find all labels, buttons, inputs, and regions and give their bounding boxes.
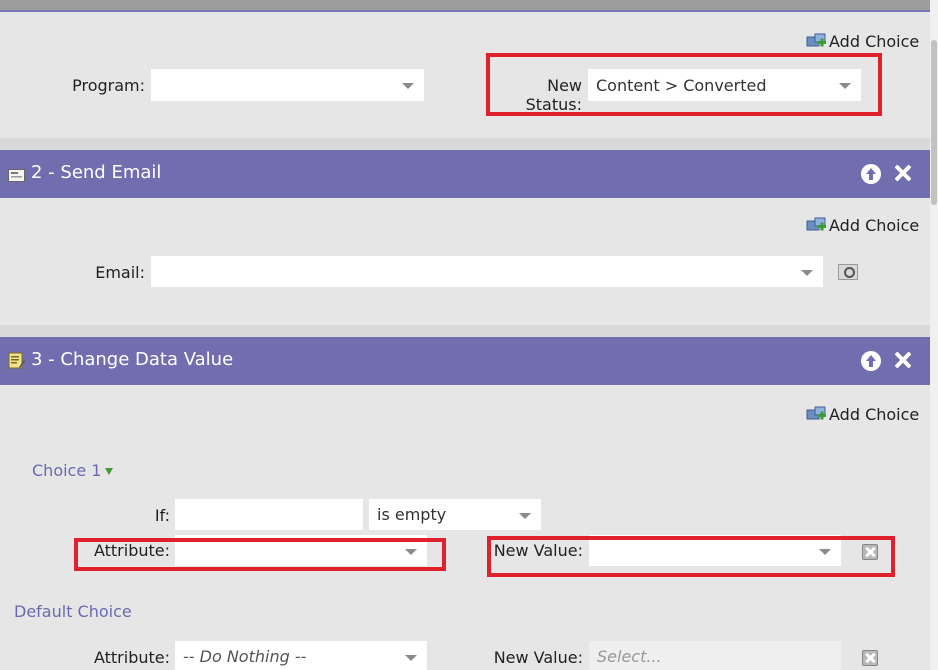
add-choice-label: Add Choice (829, 32, 920, 51)
move-up-icon[interactable] (861, 164, 881, 184)
triangle-down-icon (105, 468, 114, 475)
add-choice-button[interactable]: Add Choice (806, 32, 919, 51)
program-label: Program: (72, 76, 145, 95)
redaction (160, 82, 210, 90)
top-bar (0, 0, 930, 12)
move-up-icon[interactable] (861, 351, 881, 371)
highlight-box (74, 538, 446, 571)
if-label: If: (154, 506, 170, 525)
add-choice-icon (806, 216, 827, 235)
flow-step-3-body: Add Choice Choice 1 If: is empty Attribu… (0, 385, 930, 670)
email-select[interactable] (151, 256, 823, 287)
default-new-value-input[interactable]: Select... (589, 641, 841, 670)
default-attribute-select[interactable]: -- Do Nothing -- (175, 641, 427, 670)
default-new-value-placeholder: Select... (597, 647, 662, 666)
chevron-down-icon (519, 512, 531, 519)
highlight-box (486, 53, 882, 116)
flow-step-2-title: 2 - Send Email (31, 162, 162, 183)
add-choice-label: Add Choice (829, 216, 920, 235)
add-choice-label: Add Choice (829, 405, 920, 424)
flow-step-1-body: Add Choice Program: New Status: Content … (0, 14, 930, 138)
default-attribute-value: -- Do Nothing -- (183, 647, 307, 666)
scrollbar-thumb[interactable] (931, 40, 937, 205)
divider (0, 325, 930, 337)
if-operator-select[interactable]: is empty (369, 499, 541, 530)
default-attribute-label: Attribute: (93, 648, 170, 667)
change-data-icon (8, 352, 25, 369)
if-operator-value: is empty (377, 505, 447, 524)
email-label: Email: (95, 263, 145, 282)
if-field-select[interactable] (175, 499, 363, 530)
flow-step-2-body: Add Choice Email: (0, 198, 930, 325)
lookup-icon[interactable] (838, 264, 858, 280)
add-choice-button[interactable]: Add Choice (806, 405, 919, 424)
chevron-down-icon (801, 269, 813, 276)
email-icon (8, 166, 25, 182)
add-choice-icon (806, 405, 827, 424)
flow-step-3-title: 3 - Change Data Value (31, 349, 234, 370)
close-icon[interactable] (892, 349, 914, 371)
default-new-value-label: New Value: (493, 648, 583, 667)
divider (0, 138, 930, 150)
default-choice-label: Default Choice (14, 602, 132, 621)
highlight-box (487, 536, 895, 577)
chevron-down-icon (405, 654, 417, 661)
chevron-down-icon (402, 83, 414, 89)
flow-step-3-header: 3 - Change Data Value (0, 337, 930, 385)
flow-step-2-header: 2 - Send Email (0, 150, 930, 198)
close-icon[interactable] (892, 162, 914, 184)
add-choice-button[interactable]: Add Choice (806, 216, 919, 235)
add-choice-icon (806, 32, 827, 51)
choice-1-toggle[interactable]: Choice 1 (32, 461, 114, 480)
delete-choice-icon[interactable] (862, 650, 878, 666)
